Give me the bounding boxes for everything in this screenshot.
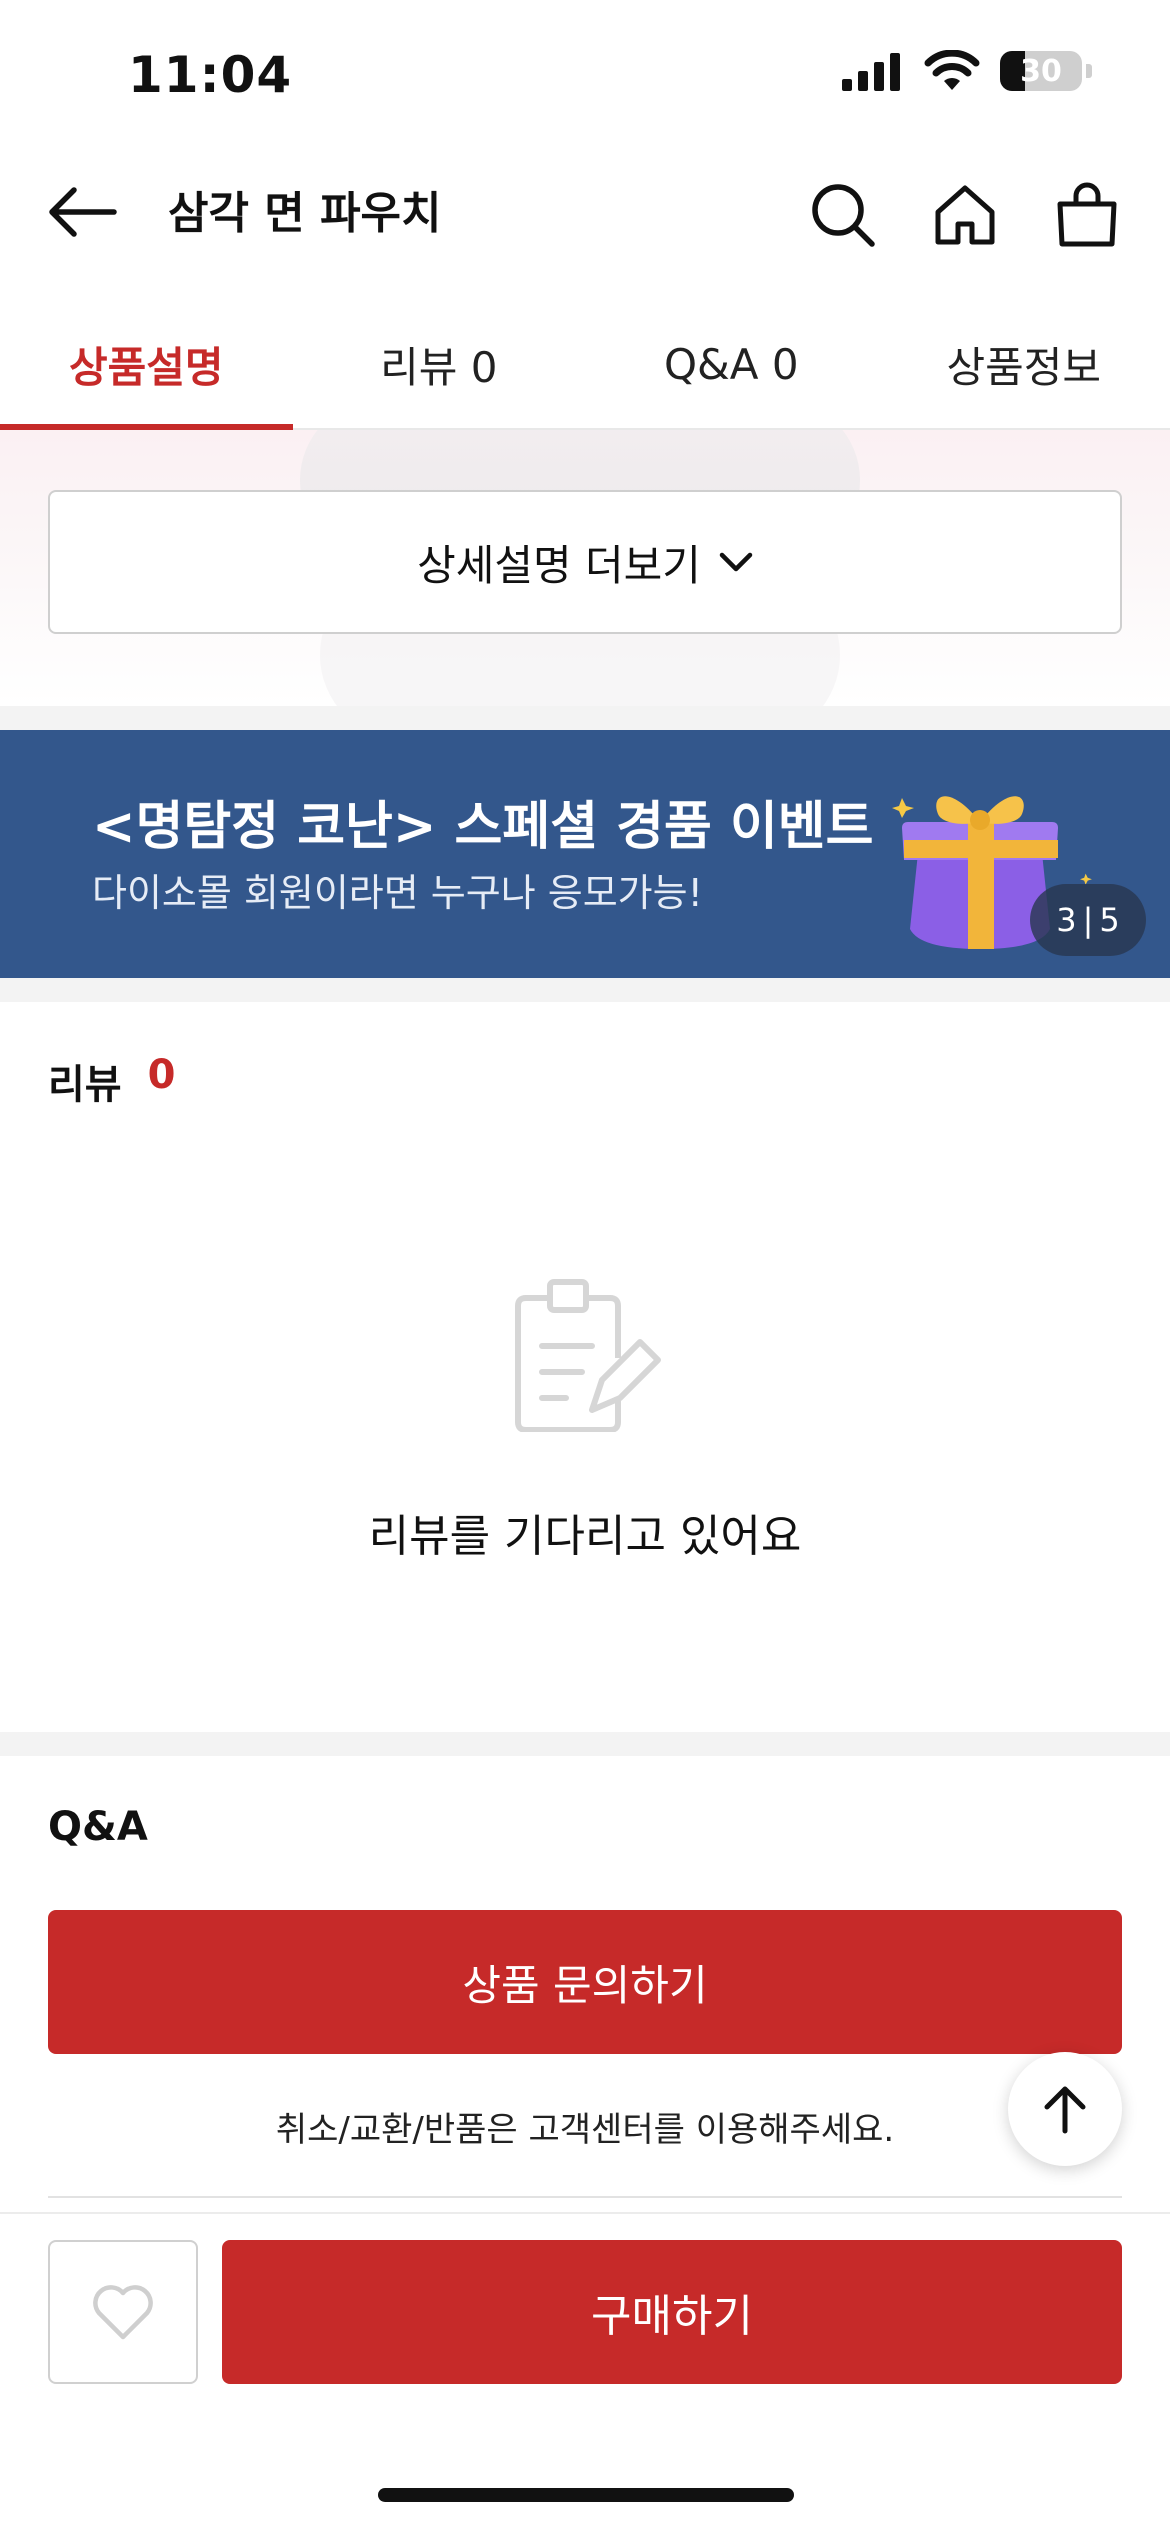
more-detail-button[interactable]: 상세설명 더보기 [48, 490, 1122, 634]
cart-button[interactable] [1052, 180, 1122, 250]
arrow-up-icon [1044, 2086, 1086, 2134]
chevron-down-icon [719, 552, 753, 572]
qna-note: 취소/교환/반품은 고객센터를 이용해주세요. [275, 2110, 895, 2150]
product-inquiry-button[interactable]: 상품 문의하기 [48, 1910, 1122, 2054]
tab-reviews[interactable]: 리뷰 0 [293, 300, 586, 428]
reviews-heading-label: 리뷰 [48, 1062, 122, 1108]
reviews-empty-message: 리뷰를 기다리고 있어요 [368, 1511, 802, 1562]
more-detail-label: 상세설명 더보기 [417, 540, 701, 590]
banner-page-counter: 3 | 5 [1030, 884, 1146, 956]
qna-heading: Q&A [48, 1804, 148, 1850]
reviews-count: 0 [147, 1052, 176, 1098]
home-button[interactable] [930, 180, 1000, 250]
section-divider [0, 1732, 1170, 1756]
page-title: 삼각 면 파우치 [168, 188, 442, 239]
banner-total-pages: 5 [1099, 901, 1120, 939]
home-icon [935, 185, 995, 245]
reviews-heading: 리뷰 0 [48, 1052, 175, 1110]
tab-description[interactable]: 상품설명 [0, 300, 293, 430]
status-bar: 11:04 30 [0, 0, 1170, 150]
banner-counter-separator: | [1082, 901, 1094, 939]
tab-qna[interactable]: Q&A 0 [585, 300, 878, 428]
product-tabs: 상품설명 리뷰 0 Q&A 0 상품정보 [0, 300, 1170, 430]
clipboard-edit-icon [515, 1279, 661, 1432]
section-divider [0, 978, 1170, 1002]
shopping-bag-icon [1057, 182, 1117, 247]
search-button[interactable] [808, 180, 878, 250]
search-icon [812, 184, 875, 247]
reviews-section: 리뷰 0 리뷰를 기다리고 있어요 [0, 1000, 1170, 1732]
banner-current-page: 3 [1056, 901, 1077, 939]
signal-icon [842, 53, 900, 91]
wishlist-button[interactable] [48, 2240, 198, 2384]
back-button[interactable] [44, 182, 120, 242]
battery-level: 30 [1020, 53, 1062, 89]
qna-section: Q&A 상품 문의하기 취소/교환/반품은 고객센터를 이용해주세요. [0, 1756, 1170, 2212]
heart-icon [93, 2285, 153, 2340]
event-banner[interactable]: <명탐정 코난> 스페셜 경품 이벤트 다이소몰 회원이라면 누구나 응모가능!… [0, 730, 1170, 978]
status-icons: 30 [840, 50, 1092, 92]
section-divider [0, 706, 1170, 730]
buy-button[interactable]: 구매하기 [222, 2240, 1122, 2384]
detail-preview: 상세설명 더보기 [0, 430, 1170, 706]
battery-icon: 30 [1000, 51, 1082, 91]
home-indicator [378, 2488, 794, 2502]
qna-divider [48, 2196, 1122, 2198]
wifi-icon [924, 50, 980, 90]
scroll-top-button[interactable] [1008, 2052, 1122, 2166]
header: 삼각 면 파우치 [0, 160, 1170, 266]
back-arrow-icon [49, 187, 117, 237]
status-time: 11:04 [128, 46, 293, 104]
bottom-action-bar: 구매하기 [0, 2212, 1170, 2532]
battery-cap [1086, 64, 1092, 78]
banner-subtitle: 다이소몰 회원이라면 누구나 응모가능! [92, 871, 703, 915]
banner-title: <명탐정 코난> 스페셜 경품 이벤트 [92, 797, 874, 857]
tab-product-info[interactable]: 상품정보 [878, 300, 1170, 428]
